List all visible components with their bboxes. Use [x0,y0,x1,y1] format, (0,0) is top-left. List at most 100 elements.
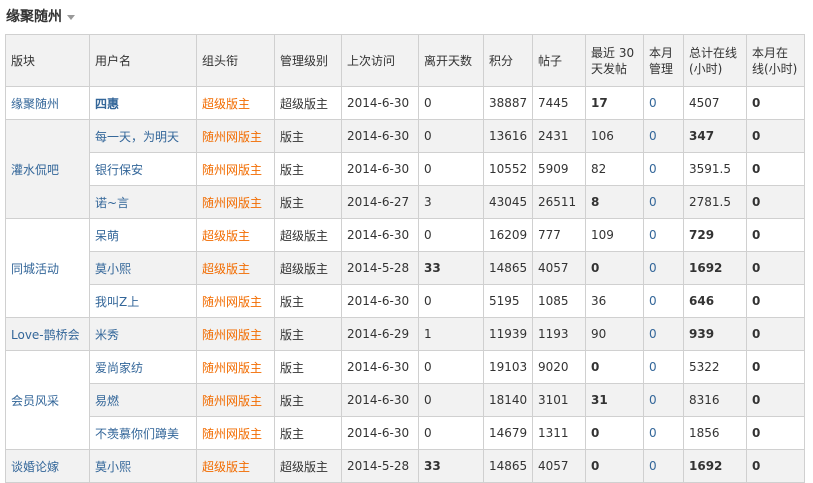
cell-points: 18140 [483,383,533,417]
cell-month-online: 0 [746,185,805,219]
cell-recent-posts: 109 [585,218,644,252]
username-link[interactable]: 诺~言 [95,196,129,210]
points: 19103 [489,360,528,374]
posts: 7445 [538,96,569,110]
points: 14865 [489,459,528,473]
username-link[interactable]: 我叫Z上 [95,295,139,309]
username-link[interactable]: 莫小熙 [95,262,131,276]
table-row: 灌水侃吧 每一天，为明天 随州网版主 版主 2014-6-30 0 13616 2431 106… [5,119,805,219]
cell-username-link: 莫小熙 [89,251,197,285]
total-online: 3591.5 [689,162,731,176]
username-link[interactable]: 四惠 [95,97,119,111]
board-link[interactable]: Love-鹊桥会 [5,317,90,351]
username-link[interactable]: 不羡慕你们蹲美 [95,427,179,441]
points: 43045 [489,195,528,209]
column-header-col-admin-level: 管理级别 [274,34,342,87]
cell-month-mgmt: 0 [643,152,684,186]
group-title: 随州网版主 [202,360,263,375]
cell-total-online: 5322 [683,350,747,384]
last-visit: 2014-6-29 [347,327,410,341]
cell-last-visit: 2014-6-30 [341,218,419,252]
username-link[interactable]: 每一天，为明天 [95,130,179,144]
board-link[interactable]: 会员风采 [5,350,90,450]
admin-level: 版主 [280,426,305,441]
column-header-col-board: 版块 [5,34,90,87]
cell-username-link: 诺~言 [89,185,197,219]
posts: 4057 [538,459,569,473]
dropdown-arrow-icon[interactable] [67,14,75,20]
posts: 5909 [538,162,569,176]
cell-total-online: 646 [683,284,747,318]
cell-last-visit: 2014-6-30 [341,383,419,417]
cell-days-away: 33 [418,251,484,285]
cell-username-link: 四惠 [89,86,197,120]
cell-recent-posts: 0 [585,350,644,384]
username-link[interactable]: 易燃 [95,394,119,408]
admin-level: 版主 [280,162,305,177]
page-title[interactable]: 缘聚随州 [6,6,75,26]
last-visit: 2014-6-30 [347,162,410,176]
recent-posts: 0 [591,360,600,374]
last-visit: 2014-6-30 [347,360,410,374]
table-row: 谈婚论嫁 莫小熙 超级版主 超级版主 2014-5-28 33 14865 4057 0 0 169… [5,449,805,483]
days-away: 33 [424,459,441,473]
month-online: 0 [752,360,761,374]
board-link[interactable]: 谈婚论嫁 [5,449,90,483]
page-title-text[interactable]: 缘聚随州 [6,9,62,25]
cell-username-link: 不羡慕你们蹲美 [89,416,197,450]
column-header-col-username: 用户名 [89,34,197,87]
days-away: 0 [424,360,432,374]
recent-posts: 36 [591,294,607,308]
cell-group-title: 随州网版主 [196,317,275,351]
recent-posts: 31 [591,393,608,407]
cell-total-online: 8316 [683,383,747,417]
month-online: 0 [752,459,761,473]
cell-points: 5195 [483,284,533,318]
cell-last-visit: 2014-6-30 [341,86,419,120]
table-row: 缘聚随州 四惠 超级版主 超级版主 2014-6-30 0 38887 7445 17 0 4507… [5,86,805,120]
board-link[interactable]: 同城活动 [5,218,90,318]
points: 11939 [489,327,528,341]
table-row: 同城活动 呆萌 超级版主 超级版主 2014-6-30 0 16209 777 109 0 729 0 [5,218,805,318]
cell-points: 43045 [483,185,533,219]
board-link[interactable]: 缘聚随州 [5,86,90,120]
cell-last-visit: 2014-6-30 [341,416,419,450]
cell-group-title: 随州网版主 [196,185,275,219]
cell-group-title: 超级版主 [196,449,275,483]
username-link[interactable]: 呆萌 [95,229,119,243]
cell-total-online: 939 [683,317,747,351]
cell-admin-level: 版主 [274,350,342,384]
cell-month-online: 0 [746,86,805,120]
cell-group-title: 随州网版主 [196,416,275,450]
cell-recent-posts: 0 [585,449,644,483]
points: 38887 [489,96,528,110]
cell-group-title: 随州网版主 [196,383,275,417]
admin-level: 超级版主 [280,96,329,111]
month-online: 0 [752,96,761,110]
table-body: 缘聚随州 四惠 超级版主 超级版主 2014-6-30 0 38887 7445 17 0 4507… [5,86,805,483]
cell-month-mgmt: 0 [643,185,684,219]
username-link[interactable]: 爱尚家纺 [95,361,143,375]
total-online: 4507 [689,96,720,110]
month-online: 0 [752,327,761,341]
column-header-col-month-mgmt: 本月管理 [643,34,684,87]
cell-last-visit: 2014-6-30 [341,350,419,384]
username-link[interactable]: 银行保安 [95,163,143,177]
group-title: 随州网版主 [202,129,263,144]
cell-last-visit: 2014-5-28 [341,449,419,483]
recent-posts: 82 [591,162,607,176]
admin-level: 版主 [280,360,305,375]
board-link[interactable]: 灌水侃吧 [5,119,90,219]
cell-group-title: 超级版主 [196,218,275,252]
cell-month-online: 0 [746,251,805,285]
month-online: 0 [752,195,761,209]
points: 5195 [489,294,520,308]
recent-posts: 90 [591,327,607,341]
points: 10552 [489,162,528,176]
username-link[interactable]: 莫小熙 [95,460,131,474]
username-link[interactable]: 米秀 [95,328,119,342]
cell-admin-level: 版主 [274,284,342,318]
month-mgmt: 0 [649,426,657,440]
recent-posts: 17 [591,96,608,110]
cell-month-mgmt: 0 [643,86,684,120]
